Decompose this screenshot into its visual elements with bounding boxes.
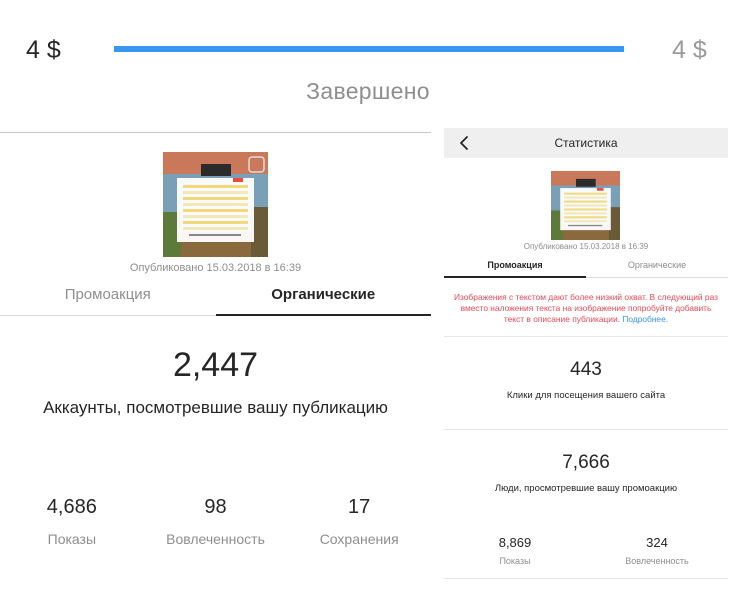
stat-value: 17 <box>348 496 371 518</box>
stat-value: 324 <box>646 535 668 550</box>
warning-text: Изображения с текстом дают более низкий … <box>454 292 718 324</box>
budget-spent: 4 $ <box>26 36 61 64</box>
people-label: Люди, просмотревшие вашу промоакцию <box>494 483 678 494</box>
budget-total: 4 $ <box>672 36 707 64</box>
divider <box>444 429 728 430</box>
post-image <box>163 152 268 257</box>
reach-value: 2,447 <box>172 346 259 384</box>
stat-value: 98 <box>204 496 227 518</box>
people-value: 7,666 <box>562 452 610 473</box>
tab-organic[interactable]: Органические <box>586 260 728 270</box>
stat-label: Сохранения <box>319 531 399 547</box>
tab-promotion[interactable]: Промоакция <box>0 286 216 303</box>
active-tab-indicator <box>216 314 431 316</box>
stat-label: Показы <box>499 556 531 566</box>
clicks-value: 443 <box>570 359 602 380</box>
statistics-screen: Статистика Опубликовано 15.03.2018 в 16:… <box>444 128 728 601</box>
divider <box>444 578 728 579</box>
stat-label: Вовлеченность <box>166 531 265 547</box>
stats-row: 4,686 Показы 98 Вовлеченность 17 Сохране… <box>0 496 431 547</box>
tab-bar: Промоакция Органические <box>0 286 431 303</box>
stat-value: 4,686 <box>46 496 97 518</box>
post-thumbnail[interactable] <box>551 171 620 240</box>
stat-label: Показы <box>47 531 97 547</box>
stat-engagement: 98 Вовлеченность <box>144 496 288 547</box>
tab-organic[interactable]: Органические <box>216 286 432 303</box>
stat-saves: 17 Сохранения <box>287 496 431 547</box>
budget-progress-bar <box>114 46 624 52</box>
tab-promotion[interactable]: Промоакция <box>444 260 586 270</box>
screen-title: Статистика <box>554 136 618 150</box>
learn-more-link[interactable]: Подробнее. <box>622 314 668 324</box>
divider <box>0 132 431 133</box>
stat-impressions: 8,869 Показы <box>444 535 586 566</box>
stat-engagement: 324 Вовлеченность <box>586 535 728 566</box>
tab-bar: Промоакция Органические <box>444 260 728 270</box>
post-thumbnail[interactable] <box>163 152 268 257</box>
stat-impressions: 4,686 Показы <box>0 496 144 547</box>
text-overlay-warning: Изображения с текстом дают более низкий … <box>452 292 720 325</box>
stat-label: Вовлеченность <box>625 556 689 566</box>
published-date: Опубликовано 15.03.2018 в 16:39 <box>129 262 302 274</box>
budget-progress-fill <box>114 46 624 52</box>
clicks-label: Клики для посещения вашего сайта <box>506 390 666 401</box>
promotion-status: Завершено <box>306 78 430 104</box>
active-tab-indicator <box>444 276 586 278</box>
reach-label: Аккаунты, посмотревшие вашу публикацию <box>43 398 388 417</box>
divider <box>444 336 728 337</box>
stats-row: 8,869 Показы 324 Вовлеченность <box>444 535 728 566</box>
published-date: Опубликовано 15.03.2018 в 16:39 <box>523 242 649 251</box>
stat-value: 8,869 <box>498 535 532 550</box>
post-image <box>551 171 620 240</box>
